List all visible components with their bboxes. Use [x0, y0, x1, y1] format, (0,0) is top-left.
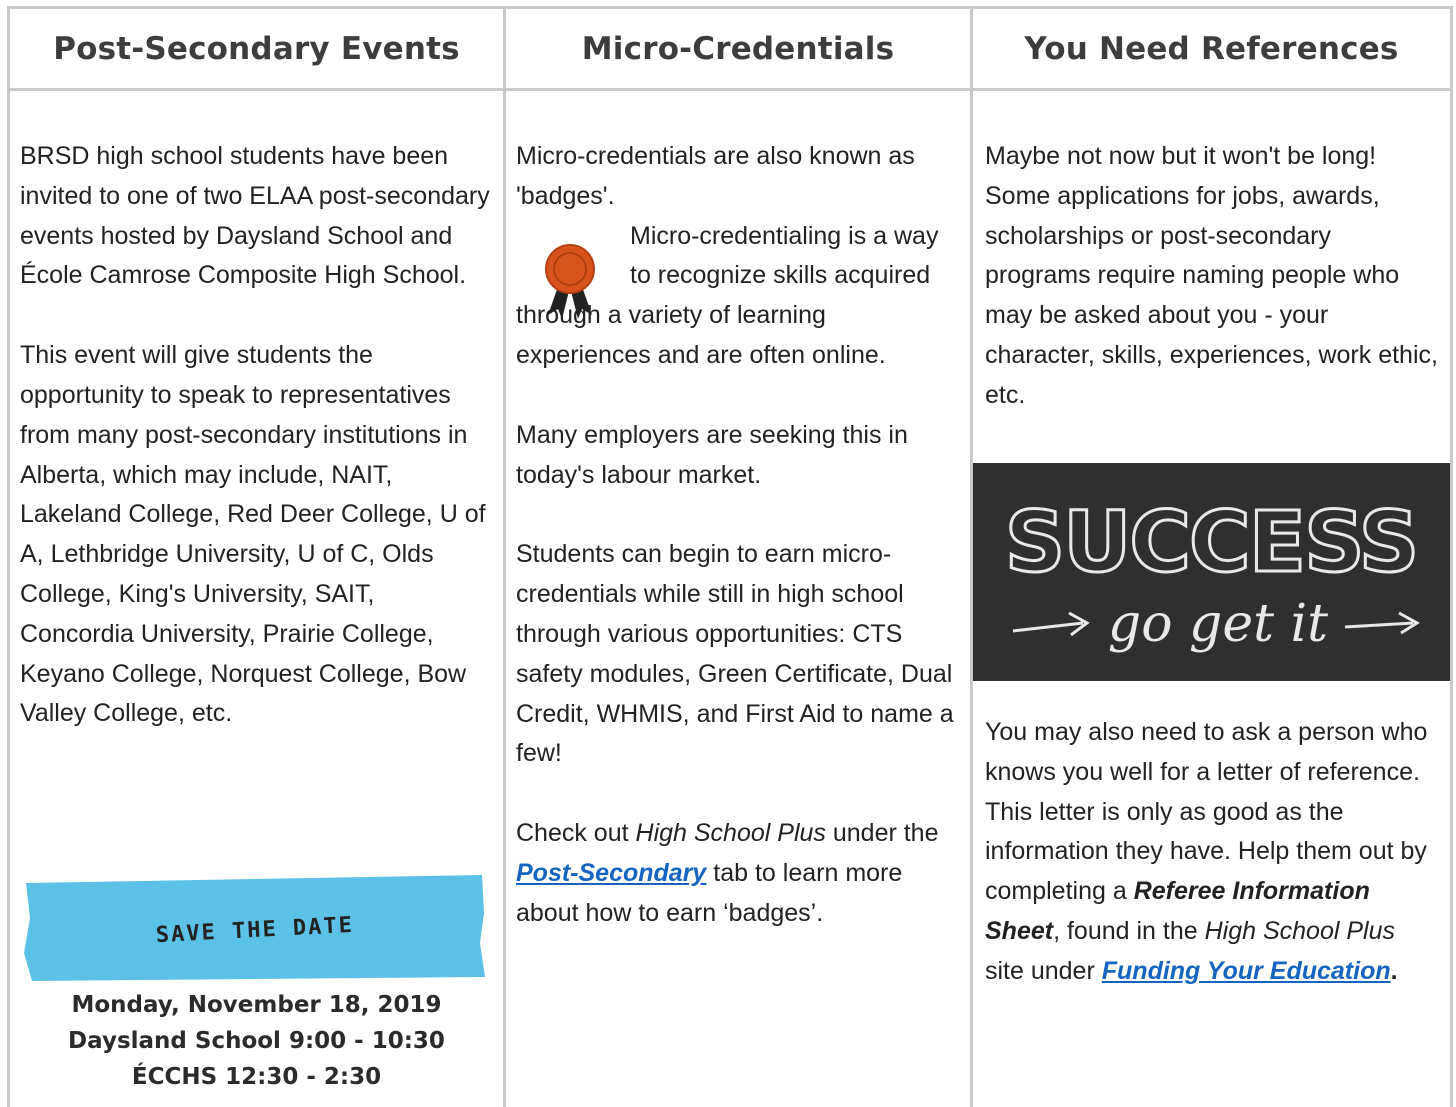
paragraph: Check out High School Plus under the Pos…	[516, 819, 939, 927]
column-title: Post-Secondary Events	[53, 30, 460, 67]
post-secondary-link[interactable]: Post-Secondary	[516, 859, 706, 887]
paragraph: Maybe not now but it won't be long! Some…	[985, 142, 1438, 409]
funding-your-education-link[interactable]: Funding Your Education	[1102, 957, 1391, 985]
event-time-ecchs: ÉCCHS 12:30 - 2:30	[131, 1064, 382, 1090]
column-body: Maybe not now but it won't be long! Some…	[973, 91, 1450, 1107]
award-ribbon-icon	[545, 244, 595, 319]
column-micro-credentials: Micro-Credentials Micro-credentials are …	[506, 9, 970, 1107]
column-post-secondary-events: Post-Secondary Events BRSD high school s…	[10, 9, 503, 1107]
column-body: Micro-credentials are also known as 'bad…	[506, 91, 970, 1107]
event-date: Monday, November 18, 2019	[71, 992, 442, 1018]
paragraph: You may also need to ask a person who kn…	[985, 718, 1428, 985]
save-the-date-banner: SAVE THE DATE	[24, 875, 485, 981]
paragraph: This event will give students the opport…	[20, 341, 486, 728]
column-title: You Need References	[1024, 30, 1399, 67]
paragraph: BRSD high school students have been invi…	[20, 142, 490, 290]
paragraph: Many employers are seeking this in today…	[516, 420, 908, 489]
event-time-daysland: Daysland School 9:00 - 10:30	[68, 1028, 445, 1054]
success-text: SUCCESS	[1005, 493, 1418, 591]
paragraph: Micro-credentials are also known as 'bad…	[516, 142, 915, 210]
success-chalkboard-image: SUCCESS go get it	[973, 463, 1450, 681]
column-title: Micro-Credentials	[581, 30, 895, 67]
go-get-it-text: go get it	[1108, 594, 1328, 654]
paragraph: Students can begin to earn micro-credent…	[516, 540, 954, 768]
event-date-block: Monday, November 18, 2019 Daysland Schoo…	[10, 987, 503, 1095]
column-body: BRSD high school students have been invi…	[10, 91, 503, 1107]
newsletter-table: Post-Secondary Events BRSD high school s…	[7, 6, 1453, 1107]
column-you-need-references: You Need References Maybe not now but it…	[973, 9, 1450, 1107]
